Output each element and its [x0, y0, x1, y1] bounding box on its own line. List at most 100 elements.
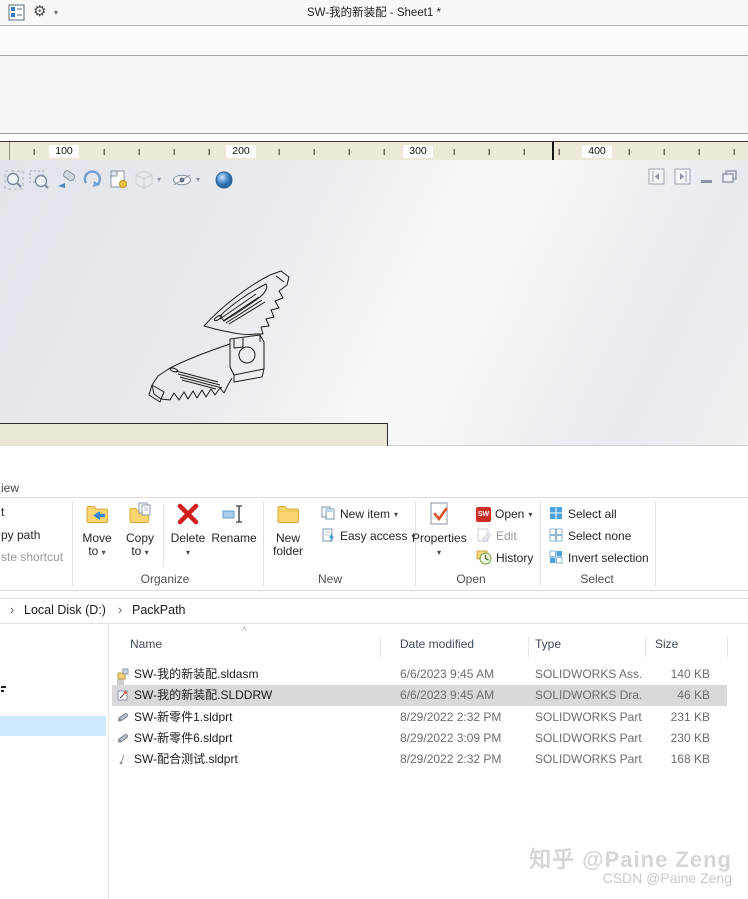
- new-folder-icon: [266, 501, 310, 530]
- column-separator[interactable]: [528, 637, 529, 657]
- column-header-name[interactable]: Name: [130, 637, 162, 651]
- breadcrumb-local-disk[interactable]: Local Disk (D:): [24, 599, 106, 621]
- table-row-sldprt[interactable]: SW-配合测试.sldprt 8/29/2022 2:32 PM SOLIDWO…: [108, 749, 740, 770]
- ruler-cursor-line: [552, 142, 554, 161]
- file-date: 8/29/2022 3:09 PM: [400, 731, 502, 745]
- organize-group-label: Organize: [140, 572, 190, 586]
- watermark-csdn: CSDN @Paine Zeng: [602, 870, 732, 887]
- rename-icon: [208, 501, 260, 530]
- breadcrumb-packpath[interactable]: PackPath: [132, 599, 186, 621]
- ruler-corner: [0, 142, 10, 161]
- rename-button[interactable]: Rename: [208, 501, 260, 545]
- alligator-clip-drawing: [148, 270, 290, 403]
- move-to-label-2: to: [88, 544, 99, 558]
- sldprt-file-icon: [116, 731, 130, 750]
- new-group-label: New: [317, 572, 342, 586]
- table-row-sldprt[interactable]: SW-新零件1.sldprt 8/29/2022 2:32 PM SOLIDWO…: [108, 707, 740, 728]
- watermark: 知乎 @Paine Zeng CSDN @Paine Zeng: [529, 848, 732, 886]
- file-name: SW-我的新装配.sldasm: [134, 667, 259, 681]
- column-header-size[interactable]: Size: [655, 637, 678, 651]
- new-item-button[interactable]: New item ▾: [320, 506, 398, 522]
- window-title: SW-我的新装配 - Sheet1 *: [307, 7, 441, 19]
- open-caret: ▾: [528, 509, 533, 519]
- display-settings-eye-icon[interactable]: [170, 168, 194, 192]
- open-group-label: Open: [456, 572, 486, 586]
- cut-label-partial[interactable]: t: [1, 505, 4, 519]
- select-none-label: Select none: [568, 529, 632, 543]
- select-group-label: Select: [580, 572, 614, 586]
- minimize-button[interactable]: [701, 180, 712, 183]
- select-all-button[interactable]: Select all: [548, 506, 617, 522]
- solidworks-open-icon: SW: [476, 506, 491, 522]
- copy-to-button[interactable]: Copy to ▾: [119, 501, 161, 559]
- ruler-label-100: 100: [49, 144, 79, 158]
- column-separator[interactable]: [380, 637, 381, 657]
- view-settings-sphere-icon[interactable]: [212, 168, 236, 192]
- table-row-slddrw-selected[interactable]: SW-我的新装配.SLDDRW 6/6/2023 9:45 AM SOLIDWO…: [112, 685, 727, 706]
- file-name: SW-我的新装配.SLDDRW: [134, 688, 273, 702]
- column-separator[interactable]: [645, 637, 646, 657]
- select-none-icon: [548, 527, 564, 546]
- 3d-drawing-view-icon[interactable]: [132, 168, 156, 192]
- sldprt-file-icon: [116, 710, 130, 729]
- new-folder-label-2: folder: [272, 544, 304, 558]
- new-folder-label-1: New: [275, 531, 300, 545]
- solidworks-commandmanager-band: [0, 56, 748, 134]
- delete-label: Delete: [170, 531, 206, 545]
- copy-path-label-partial[interactable]: py path: [1, 528, 40, 542]
- file-size: 230 KB: [670, 731, 710, 745]
- invert-selection-label: Invert selection: [568, 551, 649, 565]
- select-all-icon: [548, 505, 564, 524]
- new-item-icon: [320, 505, 336, 524]
- navpane-cutoff-item: [1, 690, 4, 692]
- zoom-to-area-icon[interactable]: [27, 168, 51, 192]
- zoom-to-fit-icon[interactable]: [2, 168, 26, 192]
- properties-button[interactable]: Properties ▾: [412, 501, 467, 559]
- file-size: 46 KB: [677, 688, 710, 702]
- ribbon-separator: [263, 501, 264, 586]
- slddrw-file-icon: [116, 688, 130, 707]
- file-name: SW-新零件1.sldprt: [134, 710, 233, 724]
- 3d-view-dropdown-caret[interactable]: ▾: [157, 175, 161, 184]
- invert-selection-icon: [548, 549, 564, 568]
- select-none-button[interactable]: Select none: [548, 528, 631, 544]
- navpane-selected-item[interactable]: [0, 716, 106, 736]
- restore-button[interactable]: [722, 170, 739, 187]
- view-tab-partial[interactable]: iew: [1, 481, 19, 495]
- easy-access-button[interactable]: Easy access ▾: [320, 528, 415, 544]
- ruler-ticks: [0, 149, 748, 155]
- file-date: 8/29/2022 2:32 PM: [400, 710, 502, 724]
- display-settings-dropdown-caret[interactable]: ▾: [196, 175, 200, 184]
- file-size: 140 KB: [670, 667, 710, 681]
- column-header-type[interactable]: Type: [535, 637, 561, 651]
- table-row-sldasm[interactable]: SW-我的新装配.sldasm 6/6/2023 9:45 AM SOLIDWO…: [108, 664, 740, 685]
- ribbon-separator: [540, 501, 541, 586]
- drawing-viewport[interactable]: ▾ ▾: [0, 160, 748, 446]
- move-to-button[interactable]: Move to ▾: [76, 501, 118, 559]
- solidworks-toolbar-band: [0, 26, 748, 56]
- sheet-properties-icon[interactable]: [107, 168, 131, 192]
- history-button[interactable]: History: [476, 550, 533, 566]
- file-date: 8/29/2022 2:32 PM: [400, 752, 502, 766]
- copy-to-caret: ▾: [144, 548, 149, 557]
- previous-pane-button[interactable]: [648, 168, 665, 185]
- ribbon-separator: [655, 501, 656, 586]
- new-item-caret: ▾: [394, 509, 399, 519]
- new-folder-button[interactable]: New folder: [266, 501, 310, 558]
- delete-button[interactable]: Delete ▾: [166, 501, 210, 559]
- edit-label: Edit: [496, 529, 517, 543]
- previous-view-icon[interactable]: [54, 168, 78, 192]
- redraw-rotate-icon[interactable]: [80, 168, 104, 192]
- address-bar[interactable]: › Local Disk (D:) › PackPath: [0, 598, 748, 624]
- file-date: 6/6/2023 9:45 AM: [400, 667, 495, 681]
- column-separator[interactable]: [727, 637, 728, 657]
- table-row-sldprt[interactable]: SW-新零件6.sldprt 8/29/2022 3:09 PM SOLIDWO…: [108, 728, 740, 749]
- next-pane-button[interactable]: [674, 168, 691, 185]
- ribbon-bottom-border: [0, 590, 748, 591]
- sldprt-file-icon: [116, 752, 130, 771]
- column-header-date-modified[interactable]: Date modified: [400, 637, 474, 651]
- copy-to-label-1: Copy: [125, 531, 154, 545]
- open-button[interactable]: SW Open ▾: [476, 506, 532, 522]
- ribbon-separator: [163, 504, 164, 566]
- invert-selection-button[interactable]: Invert selection: [548, 550, 649, 566]
